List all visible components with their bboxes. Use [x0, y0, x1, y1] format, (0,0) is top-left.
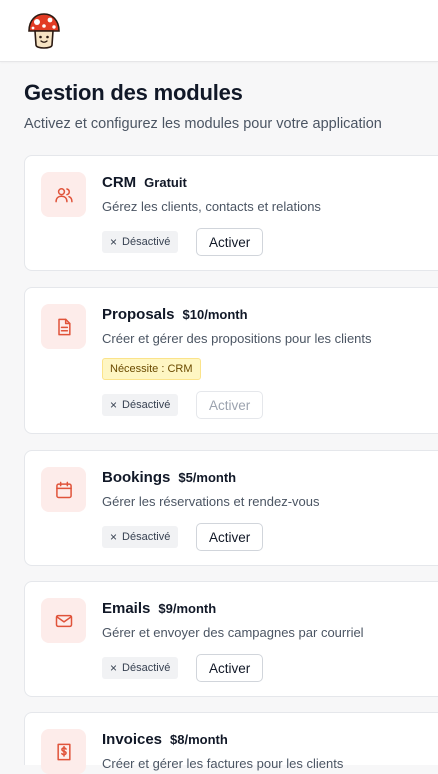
module-title-row: Emails $9/month — [102, 600, 216, 617]
module-title-row: Invoices $8/month — [102, 731, 228, 748]
requirement-badge: Nécessite : CRM — [102, 358, 201, 380]
module-description: Gérer les réservations et rendez-vous — [102, 494, 320, 509]
module-card-emails: Emails $9/month Gérer et envoyer des cam… — [24, 581, 438, 697]
close-icon: × — [110, 661, 118, 675]
status-badge: × Désactivé — [102, 526, 179, 548]
activate-button[interactable]: Activer — [196, 654, 264, 682]
module-name: Invoices — [102, 731, 163, 748]
mushroom-logo-icon[interactable] — [26, 12, 62, 52]
users-icon — [54, 187, 73, 202]
module-name: CRM — [102, 174, 137, 191]
module-price: $5/month — [178, 470, 237, 485]
module-name: Bookings — [102, 469, 171, 486]
module-icon-box — [41, 598, 86, 643]
module-description: Gérez les clients, contacts et relations — [102, 199, 321, 214]
close-icon: × — [110, 530, 118, 544]
module-price: Gratuit — [144, 175, 187, 190]
module-price: $8/month — [170, 732, 228, 747]
module-title-row: CRM Gratuit — [102, 174, 187, 191]
module-card-bookings: Bookings $5/month Gérer les réservations… — [24, 450, 438, 566]
module-description: Créer et gérer les factures pour les cli… — [102, 756, 344, 771]
status-label: Désactivé — [122, 399, 171, 411]
status-badge: × Désactivé — [102, 231, 179, 253]
module-description: Gérer et envoyer des campagnes par courr… — [102, 625, 364, 640]
activate-button[interactable]: Activer — [196, 228, 264, 256]
status-badge: × Désactivé — [102, 657, 179, 679]
page-subtitle: Activez et configurez les modules pour v… — [24, 116, 382, 132]
calendar-icon — [55, 481, 72, 498]
module-title-row: Proposals $10/month — [102, 306, 248, 323]
activate-button[interactable]: Activer — [196, 523, 264, 551]
module-name: Proposals — [102, 306, 175, 323]
page-header: Gestion des modules Activez et configure… — [24, 80, 434, 133]
activate-button[interactable]: Activer — [196, 391, 264, 419]
module-card-proposals: Proposals $10/month Créer et gérer des p… — [24, 287, 438, 434]
module-name: Emails — [102, 600, 151, 617]
module-icon-box — [41, 467, 86, 512]
module-description: Créer et gérer des propositions pour les… — [102, 331, 372, 346]
module-title-row: Bookings $5/month — [102, 469, 236, 486]
module-icon-box — [41, 172, 86, 217]
document-icon — [57, 318, 71, 335]
module-price: $9/month — [158, 601, 217, 616]
invoice-icon — [56, 743, 71, 760]
close-icon: × — [110, 398, 118, 412]
top-bar — [0, 0, 438, 62]
page-title: Gestion des modules — [24, 80, 243, 105]
module-price: $10/month — [182, 307, 248, 322]
module-icon-box — [41, 729, 86, 774]
module-icon-box — [41, 304, 86, 349]
module-card-crm: CRM Gratuit Gérez les clients, contacts … — [24, 155, 438, 271]
mail-icon — [55, 614, 72, 627]
status-label: Désactivé — [122, 531, 171, 543]
module-card-invoices: Invoices $8/month Créer et gérer les fac… — [24, 712, 438, 774]
status-badge: × Désactivé — [102, 394, 179, 416]
status-label: Désactivé — [122, 236, 171, 248]
close-icon: × — [110, 235, 118, 249]
status-label: Désactivé — [122, 662, 171, 674]
